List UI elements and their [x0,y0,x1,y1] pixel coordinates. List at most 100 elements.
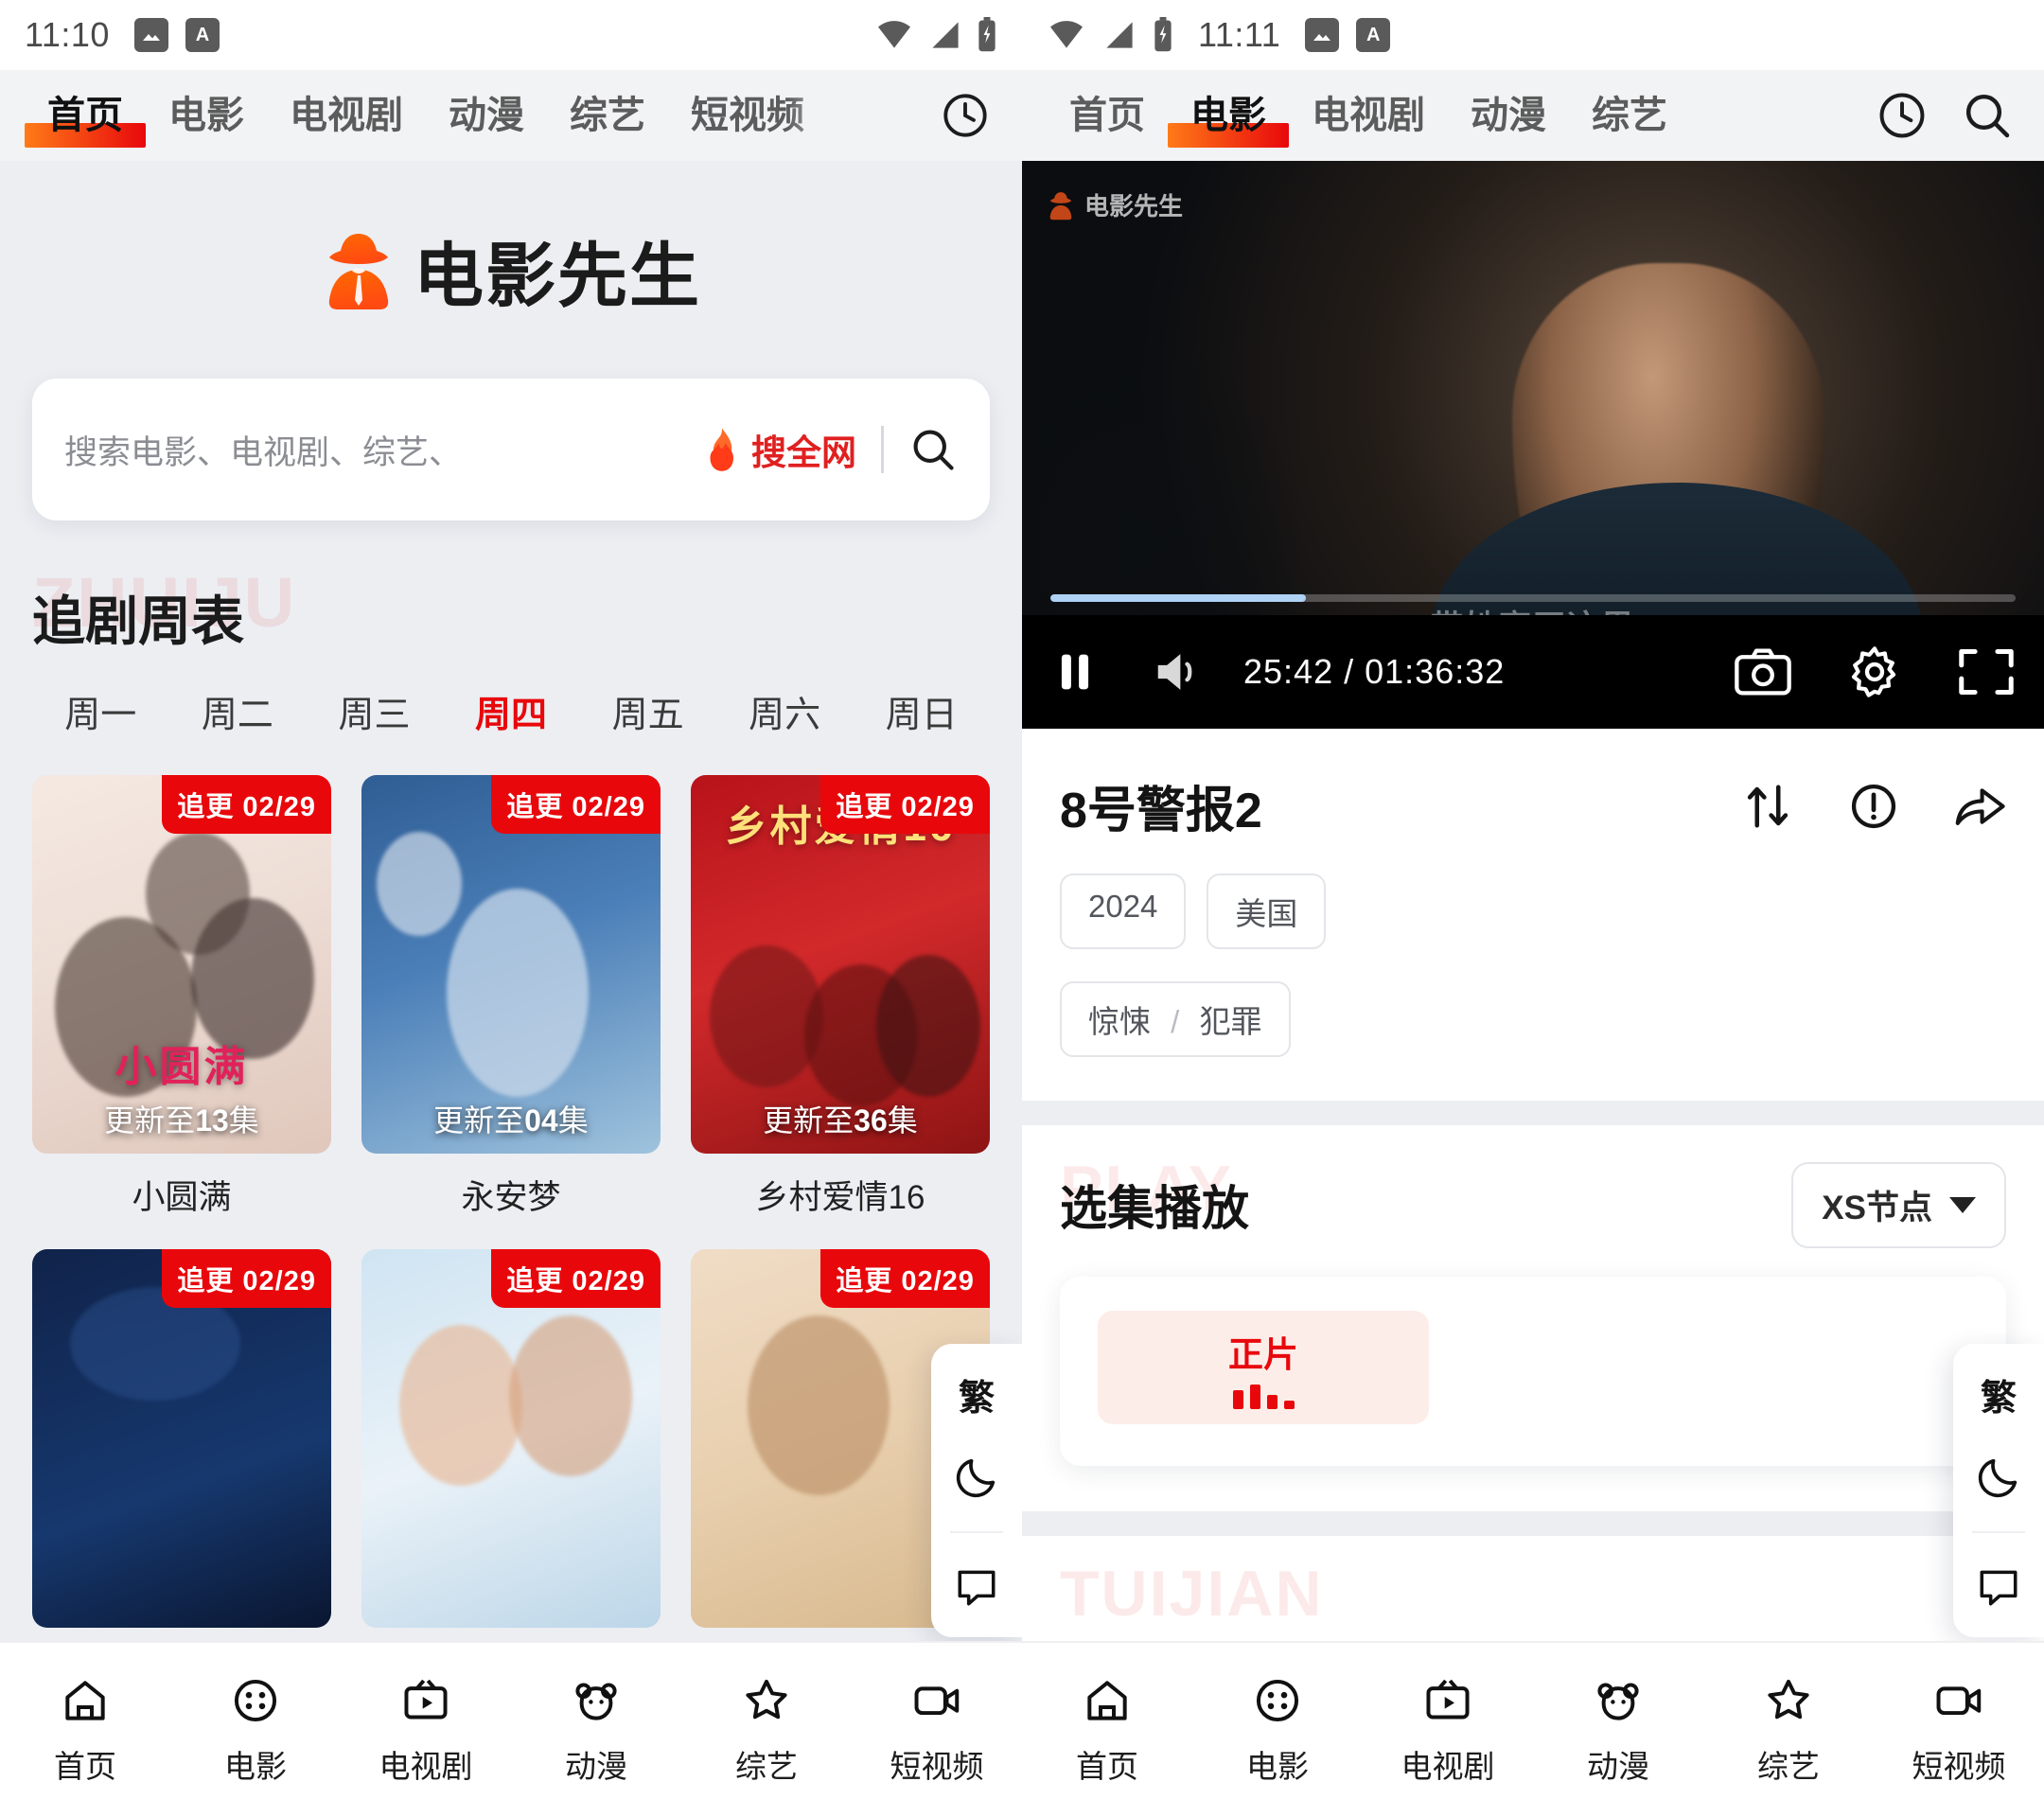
moon-icon[interactable] [947,1448,1006,1507]
film-disc-icon [1250,1673,1305,1728]
nav-tab-label: 电影 [168,95,244,136]
nav-tab-label: 动漫 [449,95,524,136]
nav-tab-dianshiju[interactable]: 电视剧 [1289,70,1448,161]
progress-bar[interactable] [1050,594,2016,602]
nav-tab-duanshipin[interactable]: 短视频 [668,70,827,161]
genre-separator: / [1171,1004,1180,1039]
video-camera-icon [909,1673,964,1728]
nav-tab-dianying[interactable]: 电影 [1168,70,1289,161]
battery-charging-icon [978,17,996,52]
volume-icon[interactable] [1151,647,1206,697]
update-badge: 追更 02/29 [491,1249,661,1308]
history-clock-icon[interactable] [939,89,992,142]
bottom-nav-duanshipin[interactable]: 短视频 [1874,1673,2044,1787]
nav-tab-dongman[interactable]: 动漫 [1448,70,1569,161]
pause-icon[interactable] [1050,645,1100,698]
moon-icon[interactable] [1969,1448,2028,1507]
poster-image[interactable]: 小圆满 更新至13集 追更 02/29 [32,775,331,1154]
current-time: 25:42 [1243,652,1334,691]
tag-year[interactable]: 2024 [1060,873,1187,949]
tv-play-icon [1420,1673,1475,1728]
tag-genre[interactable]: 惊悚 / 犯罪 [1060,981,1291,1057]
poster-title: 小圆满 [115,1044,249,1090]
fullscreen-icon[interactable] [1957,645,2016,698]
weekday-tab-thu[interactable]: 周四 [443,685,580,737]
bottom-nav-shouye[interactable]: 首页 [0,1673,170,1787]
bottom-nav-dongman[interactable]: 动漫 [1533,1673,1703,1787]
weekday-tab-fri[interactable]: 周五 [579,685,716,737]
play-select-header: PLAY 选集播放 XS节点 [1060,1153,2006,1248]
nav-tab-dianying[interactable]: 电影 [146,70,267,161]
episode-button-active[interactable]: 正片 [1098,1311,1429,1424]
traditional-chinese-toggle[interactable]: 繁 [1969,1365,2028,1423]
search-all-web-button[interactable]: 搜全网 [700,424,856,475]
battery-charging-icon [1154,17,1172,52]
search-icon[interactable] [908,425,958,474]
drama-card[interactable]: 追更 02/29 [32,1249,331,1628]
node-selector[interactable]: XS节点 [1791,1161,2006,1248]
bottom-nav-duanshipin[interactable]: 短视频 [852,1673,1022,1787]
settings-gear-icon[interactable] [1847,644,1902,699]
drama-card[interactable]: 更新至04集 追更 02/29 永安梦 [361,775,661,1219]
poster-image[interactable]: 追更 02/29 [32,1249,331,1628]
nav-tab-dongman[interactable]: 动漫 [426,70,547,161]
nav-tab-shouye[interactable]: 首页 [1047,70,1168,161]
bottom-nav-dianshiju[interactable]: 电视剧 [1363,1673,1533,1787]
episode-list: 正片 [1060,1277,2006,1466]
nav-tab-label: 短视频 [691,95,804,136]
app-logo: 电影先生 [0,161,1022,379]
nav-tab-label: 首页 [1069,95,1145,136]
bottom-nav-dianying[interactable]: 电影 [1192,1673,1363,1787]
weekday-tab-tue[interactable]: 周二 [169,685,307,737]
feedback-bubble-icon[interactable] [947,1558,1006,1616]
screenshot-camera-icon[interactable] [1734,646,1792,697]
poster-episode: 更新至36集 [763,1103,918,1138]
weekday-tab-sun[interactable]: 周日 [853,685,990,737]
home-icon [58,1673,113,1728]
bottom-nav-label: 动漫 [565,1749,627,1784]
weekday-tab-wed[interactable]: 周三 [306,685,443,737]
nav-tab-dianshiju[interactable]: 电视剧 [267,70,426,161]
bottom-nav-dianshiju[interactable]: 电视剧 [341,1673,511,1787]
side-panel-divider [1972,1531,2025,1533]
traditional-chinese-toggle[interactable]: 繁 [947,1365,1006,1423]
poster-image[interactable]: 乡村爱情16 更新至36集 追更 02/29 [690,775,990,1154]
search-input[interactable]: 搜索电影、电视剧、综艺、 [64,426,700,474]
a-badge-icon: A [1356,18,1391,52]
drama-card[interactable]: 乡村爱情16 更新至36集 追更 02/29 乡村爱情16 [690,775,990,1219]
poster-image[interactable]: 追更 02/29 [361,1249,661,1628]
drama-card[interactable]: 追更 02/29 [361,1249,661,1628]
status-left-icons: A [133,18,220,52]
nav-tab-shouye[interactable]: 首页 [25,70,146,161]
image-icon [1305,18,1340,52]
feedback-bubble-icon[interactable] [1969,1558,2028,1616]
left-pane-home: 11:10 A 首页 电影 电视剧 动漫 综艺 短视频 电影先生 搜索电影、电视… [0,0,1022,1817]
weekday-tab-mon[interactable]: 周一 [32,685,169,737]
bottom-nav-label: 短视频 [890,1749,984,1784]
bottom-nav-dianying[interactable]: 电影 [170,1673,341,1787]
tag-country[interactable]: 美国 [1207,873,1327,949]
bottom-nav-zongyi[interactable]: 综艺 [1703,1673,1874,1787]
nav-tab-zongyi[interactable]: 综艺 [1569,70,1690,161]
player-watermark-text: 电影先生 [1084,192,1184,221]
share-icon[interactable] [1953,780,2006,833]
poster-image[interactable]: 更新至04集 追更 02/29 [361,775,661,1154]
history-clock-icon[interactable] [1876,89,1929,142]
bottom-nav-label: 短视频 [1912,1749,2006,1784]
bottom-nav-dongman[interactable]: 动漫 [511,1673,681,1787]
drama-card[interactable]: 小圆满 更新至13集 追更 02/29 小圆满 [32,775,331,1219]
nav-tab-zongyi[interactable]: 综艺 [547,70,668,161]
search-bar[interactable]: 搜索电影、电视剧、综艺、 搜全网 [32,379,990,520]
tv-play-icon [398,1673,453,1728]
weekday-tab-sat[interactable]: 周六 [716,685,854,737]
sort-order-icon[interactable] [1741,780,1794,833]
bottom-nav-label: 首页 [54,1749,116,1784]
side-panel-divider [950,1531,1003,1533]
wifi-icon [1050,21,1083,48]
bottom-nav-shouye[interactable]: 首页 [1022,1673,1192,1787]
search-icon[interactable] [1961,89,2014,142]
video-player[interactable]: 电影先生 带她离开这里 Get her out of here. 25:42 /… [1022,161,2044,729]
bottom-nav-zongyi[interactable]: 综艺 [681,1673,852,1787]
report-error-icon[interactable] [1847,780,1900,833]
weekday-tabs: 周一 周二 周三 周四 周五 周六 周日 [32,685,990,737]
